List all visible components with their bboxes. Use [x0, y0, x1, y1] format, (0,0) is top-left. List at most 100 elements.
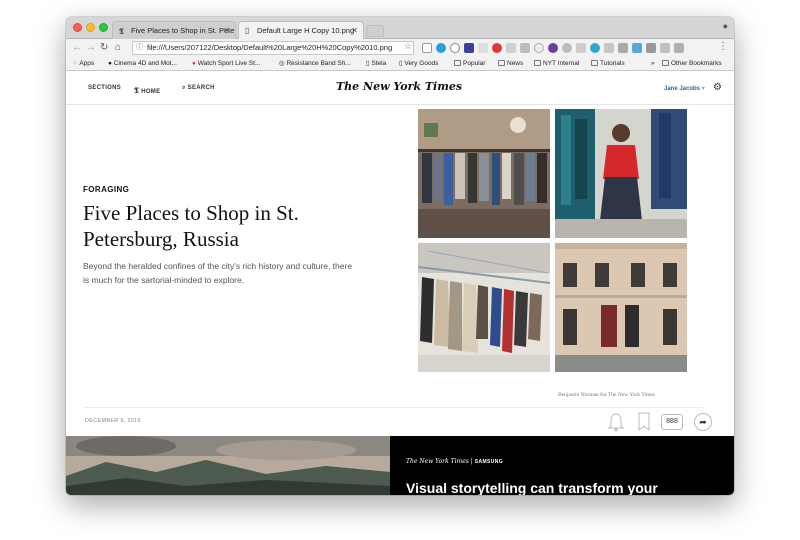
store-interior-image [418, 109, 550, 238]
maximize-window-button[interactable] [99, 23, 108, 32]
bookmarks-bar: ⁘ Apps ● Cinema 4D and Mot... ● Watch Sp… [66, 57, 734, 71]
extension-icon[interactable] [632, 43, 642, 53]
folder-icon [498, 60, 505, 66]
tab-png[interactable]: ▯ Default Large H Copy 10.png ✕ [238, 21, 364, 39]
storefront-image [555, 243, 687, 372]
search-button[interactable]: ⌕ SEARCH [182, 85, 215, 92]
bookmark-apps[interactable]: ⁘ Apps [72, 59, 94, 69]
extension-icon[interactable] [520, 43, 530, 53]
tab-article[interactable]: 𝕿 Five Places to Shop in St. Pete ✕ [112, 21, 236, 39]
menu-icon[interactable]: ⋮ [718, 41, 728, 52]
file-icon: ▯ [245, 26, 250, 35]
extension-icon[interactable] [464, 43, 474, 53]
user-menu[interactable]: Jane Jacobs ▾ [664, 85, 705, 92]
sections-button[interactable]: SECTIONS [88, 85, 121, 91]
bookmark-item[interactable]: ▯ Stela [366, 59, 386, 69]
close-window-button[interactable] [73, 23, 82, 32]
bookmark-favicon-icon: ● [108, 60, 112, 67]
nyt-logo[interactable]: The New York Times [336, 80, 462, 93]
nyt-wordmark: The New York Times [406, 458, 469, 465]
nyt-t-icon: 𝕿 [134, 85, 140, 95]
article-headline[interactable]: Five Places to Shop in St. Petersburg, R… [83, 200, 383, 252]
photo-credit: Benjamin Norman for The New York Times [558, 392, 655, 398]
promo-panel: The New York Times | SAMSUNG Visual stor… [390, 436, 734, 495]
bookmark-item[interactable]: ● Cinema 4D and Mot... [108, 59, 177, 69]
address-bar[interactable]: ⓘ file:///Users/207122/Desktop/Default%2… [132, 41, 414, 55]
extension-icon[interactable] [478, 43, 488, 53]
share-arrow-icon: ➦ [699, 417, 707, 427]
bookmark-item[interactable]: ▯ Very Goods [399, 59, 438, 69]
new-tab-button[interactable] [366, 25, 384, 37]
back-icon[interactable]: ← [72, 41, 82, 55]
home-button[interactable]: 𝕿 HOME [134, 85, 160, 96]
tab-bar: 𝕿 Five Places to Shop in St. Pete ✕ ▯ De… [66, 17, 734, 39]
clothing-rack-image [418, 243, 550, 372]
address-text: file:///Users/207122/Desktop/Default%20L… [147, 43, 393, 52]
tab-title: Default Large H Copy 10.png [257, 26, 355, 35]
bookmarks-overflow-button[interactable]: » [651, 59, 655, 69]
folder-icon [534, 60, 541, 66]
bookmark-label: News [507, 60, 524, 67]
photo-red-dress[interactable] [555, 109, 687, 238]
extension-icon[interactable] [576, 43, 586, 53]
bookmark-label: Watch Sport Live St... [197, 60, 261, 67]
cast-icon[interactable] [422, 43, 432, 53]
home-icon[interactable]: ⌂ [115, 41, 121, 55]
extension-icon[interactable] [450, 43, 460, 53]
profile-icon[interactable]: ● [723, 21, 728, 31]
bookmark-folder[interactable]: Popular [454, 59, 485, 69]
photo-clothing-rack[interactable] [418, 243, 550, 372]
minimize-window-button[interactable] [86, 23, 95, 32]
pinterest-icon[interactable] [492, 43, 502, 53]
mountain-landscape-image [66, 436, 390, 495]
extension-icon[interactable] [562, 43, 572, 53]
close-icon[interactable]: ✕ [223, 22, 230, 39]
forward-icon[interactable]: → [86, 41, 96, 55]
bookmark-favicon-icon: ● [192, 60, 196, 67]
promo-banner[interactable]: The New York Times | SAMSUNG Visual stor… [66, 436, 734, 495]
close-icon[interactable]: ✕ [351, 22, 358, 39]
bookmark-star-icon[interactable]: ☆ [404, 41, 412, 52]
article-kicker[interactable]: FORAGING [83, 185, 129, 194]
bookmark-folder[interactable]: NYT Internal [534, 59, 579, 69]
extension-icon[interactable] [618, 43, 628, 53]
extension-icon[interactable] [548, 43, 558, 53]
bookmark-folder[interactable]: News [498, 59, 523, 69]
gear-icon[interactable]: ⚙ [713, 82, 722, 93]
bookmark-folder[interactable]: Other Bookmarks [662, 59, 722, 69]
promo-brand: The New York Times | SAMSUNG [406, 458, 504, 465]
extension-icon[interactable] [674, 43, 684, 53]
extension-icon[interactable] [646, 43, 656, 53]
comments-button[interactable]: 888 [661, 414, 683, 430]
extension-icon[interactable] [660, 43, 670, 53]
extension-icon[interactable] [506, 43, 516, 53]
partner-name: SAMSUNG [474, 459, 504, 465]
bookmark-label: Tutorials [600, 60, 625, 67]
red-dress-image [555, 109, 687, 238]
extension-icon[interactable] [590, 43, 600, 53]
save-bookmark-button[interactable] [638, 412, 650, 437]
reload-icon[interactable]: ↻ [100, 41, 108, 55]
photo-store-interior[interactable] [418, 109, 550, 238]
extension-icon[interactable] [534, 43, 544, 53]
bookmark-label: Very Goods [404, 60, 439, 67]
extension-icon[interactable] [436, 43, 446, 53]
photo-storefront[interactable] [555, 243, 687, 372]
bookmark-item[interactable]: ◎ Resistance Band Sh... [279, 59, 351, 69]
bookmark-label: Other Bookmarks [671, 60, 722, 67]
extension-icon[interactable] [604, 43, 614, 53]
browser-window: 𝕿 Five Places to Shop in St. Pete ✕ ▯ De… [66, 17, 734, 495]
bookmark-label: Cinema 4D and Mot... [113, 60, 177, 67]
divider [83, 407, 703, 408]
share-button[interactable]: ➦ [694, 413, 712, 431]
bookmark-icon [638, 412, 650, 432]
bookmark-folder[interactable]: Tutorials [591, 59, 625, 69]
page-content: SECTIONS 𝕿 HOME ⌕ SEARCH The New York Ti… [66, 72, 734, 495]
bookmark-item[interactable]: ● Watch Sport Live St... [192, 59, 260, 69]
info-icon: ⓘ [136, 44, 143, 51]
publish-date: DECEMBER 9, 2016 [85, 418, 141, 424]
article-summary: Beyond the heralded confines of the city… [83, 261, 353, 285]
promo-title[interactable]: Visual storytelling can transform your [406, 480, 658, 495]
folder-icon [454, 60, 461, 66]
notification-bell-button[interactable] [607, 412, 625, 437]
